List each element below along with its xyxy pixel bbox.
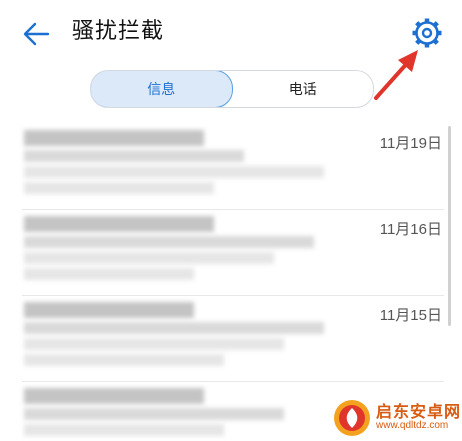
blurred-preview <box>24 338 284 350</box>
blurred-preview <box>24 150 244 162</box>
blurred-preview <box>24 252 274 264</box>
blurred-preview <box>24 236 314 248</box>
blurred-sender <box>24 216 214 232</box>
blurred-preview <box>24 166 324 178</box>
message-date: 11月15日 <box>379 307 442 324</box>
blurred-preview <box>24 182 214 194</box>
message-date: 11月19日 <box>379 135 442 152</box>
settings-button[interactable] <box>410 16 444 50</box>
app-header: 骚扰拦截 <box>0 0 462 62</box>
page-title: 骚扰拦截 <box>72 19 165 44</box>
back-button[interactable] <box>18 16 54 52</box>
tab-messages[interactable]: 信息 <box>91 71 233 107</box>
gear-icon <box>412 18 442 48</box>
blurred-preview <box>24 424 224 436</box>
message-date: 11月16日 <box>379 221 442 238</box>
blurred-preview <box>24 408 284 420</box>
blurred-preview <box>24 322 324 334</box>
message-row[interactable]: 11月15日 <box>22 296 444 382</box>
scrollbar[interactable] <box>448 126 451 326</box>
tab-switcher: 信息 电话 <box>90 70 374 108</box>
blurred-preview <box>24 354 224 366</box>
tab-calls[interactable]: 电话 <box>233 71 374 107</box>
blurred-sender <box>24 302 194 318</box>
blurred-sender <box>24 388 204 404</box>
message-row[interactable]: 11月16日 <box>22 210 444 296</box>
blurred-sender <box>24 130 204 146</box>
blurred-preview <box>24 268 194 280</box>
back-arrow-icon <box>23 22 50 46</box>
message-row[interactable] <box>22 382 444 441</box>
message-row[interactable]: 11月19日 <box>22 124 444 210</box>
